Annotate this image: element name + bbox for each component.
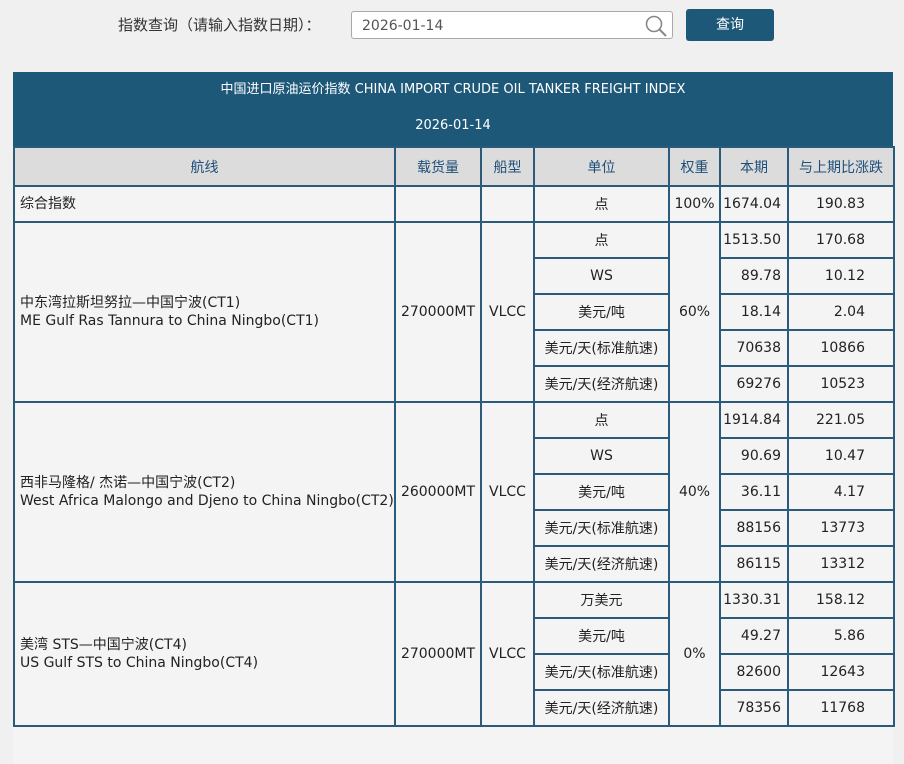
unit-cell: 美元/天(经济航速) xyxy=(533,545,670,583)
current-cell: 49.27 xyxy=(719,617,789,655)
composite-capacity xyxy=(394,185,482,223)
current-cell: 82600 xyxy=(719,653,789,691)
unit-cell: 美元/吨 xyxy=(533,293,670,331)
current-cell: 89.78 xyxy=(719,257,789,295)
current-cell: 1330.31 xyxy=(719,581,789,619)
change-cell: 10.47 xyxy=(787,437,895,475)
unit-cell: 点 xyxy=(533,401,670,439)
search-label: 指数查询（请输入指数日期）： xyxy=(118,16,321,34)
unit-cell: WS xyxy=(533,257,670,295)
current-cell: 86115 xyxy=(719,545,789,583)
table-row: 中东湾拉斯坦努拉—中国宁波(CT1) ME Gulf Ras Tannura t… xyxy=(13,221,895,403)
index-title: 中国进口原油运价指数 CHINA IMPORT CRUDE OIL TANKER… xyxy=(220,82,686,97)
col-unit: 单位 xyxy=(533,146,670,187)
search-bar: 指数查询（请输入指数日期）： 2026-01-14 查询 xyxy=(0,0,904,52)
route-ct4-en: US Gulf STS to China Ningbo(CT4) xyxy=(20,655,259,671)
unit-cell: 美元/天(标准航速) xyxy=(533,509,670,547)
change-cell: 13312 xyxy=(787,545,895,583)
column-header-row: 航线 载货量 船型 单位 权重 本期 与上期比涨跌 xyxy=(13,146,895,187)
route-ct4: 美湾 STS—中国宁波(CT4) US Gulf STS to China Ni… xyxy=(13,581,396,727)
composite-current: 1674.04 xyxy=(719,185,789,223)
change-cell: 10.12 xyxy=(787,257,895,295)
current-cell: 36.11 xyxy=(719,473,789,511)
route-ct2-capacity: 260000MT xyxy=(394,401,482,583)
date-value[interactable]: 2026-01-14 xyxy=(362,17,443,35)
composite-weight: 100% xyxy=(668,185,721,223)
index-date: 2026-01-14 xyxy=(415,118,491,133)
freight-index-panel: 中国进口原油运价指数 CHINA IMPORT CRUDE OIL TANKER… xyxy=(13,72,895,764)
composite-name: 综合指数 xyxy=(13,185,396,223)
route-ct1-cn: 中东湾拉斯坦努拉—中国宁波(CT1) xyxy=(20,295,241,311)
table-row: 西非马隆格/ 杰诺—中国宁波(CT2) West Africa Malongo … xyxy=(13,401,895,583)
change-cell: 158.12 xyxy=(787,581,895,619)
change-cell: 170.68 xyxy=(787,221,895,259)
route-ct4-cn: 美湾 STS—中国宁波(CT4) xyxy=(20,637,187,653)
change-cell: 4.17 xyxy=(787,473,895,511)
unit-cell: 点 xyxy=(533,221,670,259)
route-ct4-weight: 0% xyxy=(668,581,721,727)
route-ct1-weight: 60% xyxy=(668,221,721,403)
change-cell: 10523 xyxy=(787,365,895,403)
current-cell: 1513.50 xyxy=(719,221,789,259)
change-cell: 11768 xyxy=(787,689,895,727)
search-button[interactable]: 查询 xyxy=(686,9,774,41)
col-current: 本期 xyxy=(719,146,789,187)
current-cell: 1914.84 xyxy=(719,401,789,439)
route-ct2-cn: 西非马隆格/ 杰诺—中国宁波(CT2) xyxy=(20,475,236,491)
route-ct2-weight: 40% xyxy=(668,401,721,583)
unit-cell: 万美元 xyxy=(533,581,670,619)
current-cell: 70638 xyxy=(719,329,789,367)
current-cell: 88156 xyxy=(719,509,789,547)
route-ct2: 西非马隆格/ 杰诺—中国宁波(CT2) West Africa Malongo … xyxy=(13,401,396,583)
change-cell: 2.04 xyxy=(787,293,895,331)
unit-cell: 美元/吨 xyxy=(533,473,670,511)
col-weight: 权重 xyxy=(668,146,721,187)
route-ct1: 中东湾拉斯坦努拉—中国宁波(CT1) ME Gulf Ras Tannura t… xyxy=(13,221,396,403)
route-ct4-capacity: 270000MT xyxy=(394,581,482,727)
change-cell: 221.05 xyxy=(787,401,895,439)
change-cell: 5.86 xyxy=(787,617,895,655)
unit-cell: 美元/天(经济航速) xyxy=(533,365,670,403)
composite-unit: 点 xyxy=(533,185,670,223)
unit-cell: 美元/天(经济航速) xyxy=(533,689,670,727)
table-header-banner: 中国进口原油运价指数 CHINA IMPORT CRUDE OIL TANKER… xyxy=(13,72,893,146)
col-change: 与上期比涨跌 xyxy=(787,146,895,187)
current-cell: 78356 xyxy=(719,689,789,727)
search-icon[interactable] xyxy=(643,14,669,38)
table-row: 美湾 STS—中国宁波(CT4) US Gulf STS to China Ni… xyxy=(13,581,895,727)
current-cell: 69276 xyxy=(719,365,789,403)
current-cell: 90.69 xyxy=(719,437,789,475)
route-ct2-en: West Africa Malongo and Djeno to China N… xyxy=(20,493,394,509)
col-vessel: 船型 xyxy=(480,146,535,187)
route-ct2-vessel: VLCC xyxy=(480,401,535,583)
unit-cell: WS xyxy=(533,437,670,475)
col-route: 航线 xyxy=(13,146,396,187)
current-cell: 18.14 xyxy=(719,293,789,331)
col-capacity: 载货量 xyxy=(394,146,482,187)
unit-cell: 美元/吨 xyxy=(533,617,670,655)
route-ct4-vessel: VLCC xyxy=(480,581,535,727)
route-ct1-vessel: VLCC xyxy=(480,221,535,403)
date-search-input[interactable]: 2026-01-14 xyxy=(351,11,673,39)
route-ct1-en: ME Gulf Ras Tannura to China Ningbo(CT1) xyxy=(20,313,320,329)
composite-row: 综合指数 点 100% 1674.04 190.83 xyxy=(13,185,895,223)
change-cell: 10866 xyxy=(787,329,895,367)
change-cell: 13773 xyxy=(787,509,895,547)
route-ct1-capacity: 270000MT xyxy=(394,221,482,403)
change-cell: 12643 xyxy=(787,653,895,691)
unit-cell: 美元/天(标准航速) xyxy=(533,653,670,691)
composite-change: 190.83 xyxy=(787,185,895,223)
composite-vessel xyxy=(480,185,535,223)
unit-cell: 美元/天(标准航速) xyxy=(533,329,670,367)
freight-index-table: 航线 载货量 船型 单位 权重 本期 与上期比涨跌 综合指数 点 100% 16… xyxy=(13,146,895,727)
